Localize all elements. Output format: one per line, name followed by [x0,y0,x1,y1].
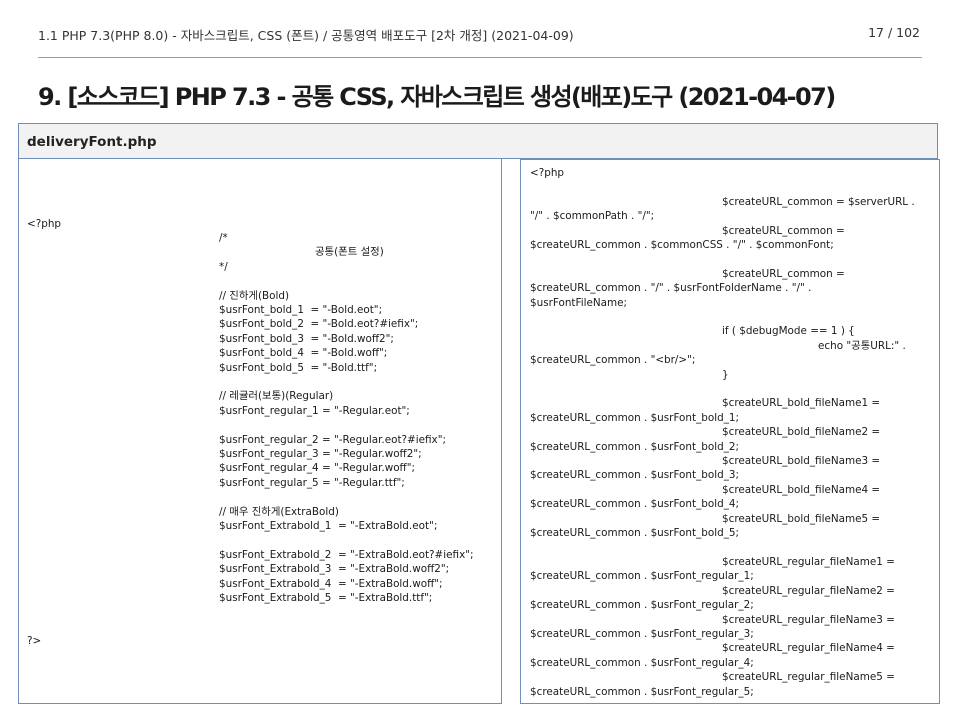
code-line: $createURL_regular_fileName4 = [722,642,895,655]
code-line: <?php [27,217,61,230]
code-line: $createURL_common = [722,224,845,237]
header-divider [38,57,922,58]
code-line: $createURL_common . $commonCSS . "/" . $… [530,239,834,252]
code-line: $createURL_common . $usrFont_regular_4; [530,656,754,669]
code-line: $createURL_regular_fileName5 = [722,671,895,684]
code-block-left: <?php/* 공통(폰트 설정) */// 진하게(Bold) $usrFont_b… [27,159,474,649]
code-line: $usrFont_regular_4 = "-Regular.woff"; [219,462,415,475]
code-line: $createURL_regular_fileName2 = [722,584,895,597]
code-line: $createURL_common . $usrFont_bold_3; [530,469,740,482]
code-line: $createURL_common . "<br/>"; [530,354,696,367]
code-line: $usrFont_Extrabold_2 = "-ExtraBold.eot?#… [219,548,474,561]
code-line: $createURL_bold_fileName5 = [722,512,881,525]
file-header: deliveryFont.php [18,123,938,159]
code-line: $usrFont_regular_3 = "-Regular.woff2"; [219,448,422,461]
code-line: } [722,368,729,381]
code-line: $usrFont_regular_1 = "-Regular.eot"; [219,404,410,417]
code-line: $createURL_common . $usrFont_regular_1; [530,570,754,583]
code-line: $usrFont_Extrabold_4 = "-ExtraBold.woff"… [219,577,443,590]
code-line: $createURL_common . $usrFont_bold_1; [530,411,740,424]
code-line: if ( $debugMode == 1 ) { [722,325,855,338]
code-line: /* [219,231,228,244]
code-line: $createURL_common = [722,267,845,280]
code-line: $createURL_common . $usrFont_regular_5; [530,685,754,698]
code-line: $createURL_regular_fileName3 = [722,613,895,626]
page-title: 9. [소스코드] PHP 7.3 - 공통 CSS, 자바스크립트 생성(배포… [38,83,836,111]
code-line: $createURL_bold_fileName2 = [722,426,881,439]
code-line: $usrFont_bold_5 = "-Bold.ttf"; [219,361,378,374]
code-line: ?> [27,635,42,648]
code-line: $createURL_common = $serverURL . [722,195,915,208]
code-line: $createURL_regular_fileName1 = [722,555,895,568]
code-panel-left: <?php/* 공통(폰트 설정) */// 진하게(Bold) $usrFont_b… [18,159,502,704]
code-line: $usrFont_Extrabold_1 = "-ExtraBold.eot"; [219,520,438,533]
code-block-right: <?php $createURL_common = $serverURL . "/"… [530,166,915,699]
code-line: // 진하게(Bold) [219,289,290,302]
code-line: <?php [530,167,564,179]
code-line: $usrFont_Extrabold_5 = "-ExtraBold.ttf"; [219,592,433,605]
page-number: 17 / 102 [868,25,920,40]
code-line: $createURL_bold_fileName4 = [722,483,881,496]
file-name: deliveryFont.php [27,134,157,150]
code-line: $usrFont_regular_2 = "-Regular.eot?#iefi… [219,433,446,446]
code-line: $usrFont_bold_4 = "-Bold.woff"; [219,347,388,360]
code-line: $createURL_common . $usrFont_regular_2; [530,599,754,612]
code-line: 공통(폰트 설정) [315,246,384,259]
code-line: $createURL_common . $usrFont_bold_2; [530,440,740,453]
code-line: $createURL_bold_fileName3 = [722,455,881,468]
code-line: // 레귤러(보통)(Regular) [219,390,334,403]
code-line: $usrFont_bold_1 = "-Bold.eot"; [219,303,383,316]
code-line: */ [219,260,228,273]
code-line: $usrFontFileName; [530,296,628,309]
code-line: "/" . $commonPath . "/"; [530,210,655,223]
code-line: $usrFont_Extrabold_3 = "-ExtraBold.woff2… [219,563,450,576]
code-line: echo "공통URL:" . [818,339,906,352]
code-panel-right: <?php $createURL_common = $serverURL . "/"… [520,159,940,704]
code-line: $usrFont_bold_2 = "-Bold.eot?#iefix"; [219,318,419,331]
code-line: $createURL_common . "/" . $usrFontFolder… [530,282,812,295]
code-line: $createURL_common . $usrFont_bold_5; [530,527,740,540]
code-line: $usrFont_regular_5 = "-Regular.ttf"; [219,476,405,489]
code-line: $createURL_bold_fileName1 = [722,397,881,410]
header-breadcrumb: 1.1 PHP 7.3(PHP 8.0) - 자바스크립트, CSS (폰트) … [38,28,574,43]
code-line: // 매우 진하게(ExtraBold) [219,505,339,518]
code-line: $createURL_common . $usrFont_regular_3; [530,627,754,640]
code-line: $createURL_common . $usrFont_bold_4; [530,498,740,511]
code-line: $usrFont_bold_3 = "-Bold.woff2"; [219,332,394,345]
